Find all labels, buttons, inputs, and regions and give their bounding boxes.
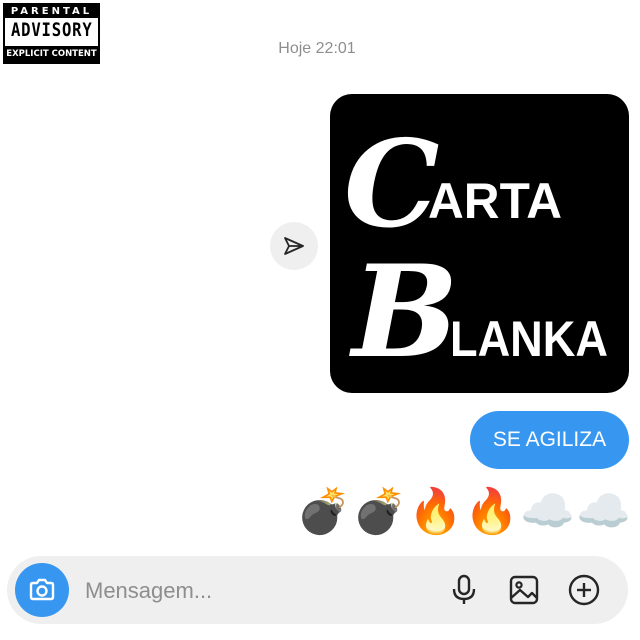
cloud-emoji: ☁️ [520,486,575,537]
sent-message-text: SE AGILIZA [492,428,607,451]
microphone-icon [452,574,476,604]
camera-button[interactable] [15,563,69,617]
add-button[interactable] [564,570,604,610]
camera-icon [29,578,55,601]
sent-message-bubble[interactable]: SE AGILIZA [470,411,629,469]
bomb-emoji: 💣 [296,486,351,537]
emoji-message[interactable]: 💣 💣 🔥 🔥 ☁️ ☁️ [296,484,631,540]
microphone-button[interactable] [444,570,484,610]
cover-initial-b: B [349,238,459,386]
add-icon [568,574,600,606]
send-icon [284,237,304,255]
gallery-icon [509,575,539,605]
bomb-emoji: 💣 [352,486,407,537]
gallery-button[interactable] [504,570,544,610]
shared-image-message[interactable]: C ARTA B LANKA [330,94,629,393]
advisory-middle-text: ADVISORY [10,19,93,41]
share-button[interactable] [270,222,318,270]
cover-art: C ARTA B LANKA [344,114,608,386]
cover-word-arta: ARTA [428,173,562,229]
fire-emoji: 🔥 [464,486,519,537]
cloud-emoji: ☁️ [576,486,631,537]
message-timestamp: Hoje 22:01 [278,40,356,57]
cover-word-lanka: LANKA [450,311,608,367]
advisory-top-text: PARENTAL [5,5,98,18]
message-composer [7,556,628,624]
fire-emoji: 🔥 [408,486,463,537]
cover-initial-c: C [344,114,440,255]
message-input[interactable] [83,570,417,612]
